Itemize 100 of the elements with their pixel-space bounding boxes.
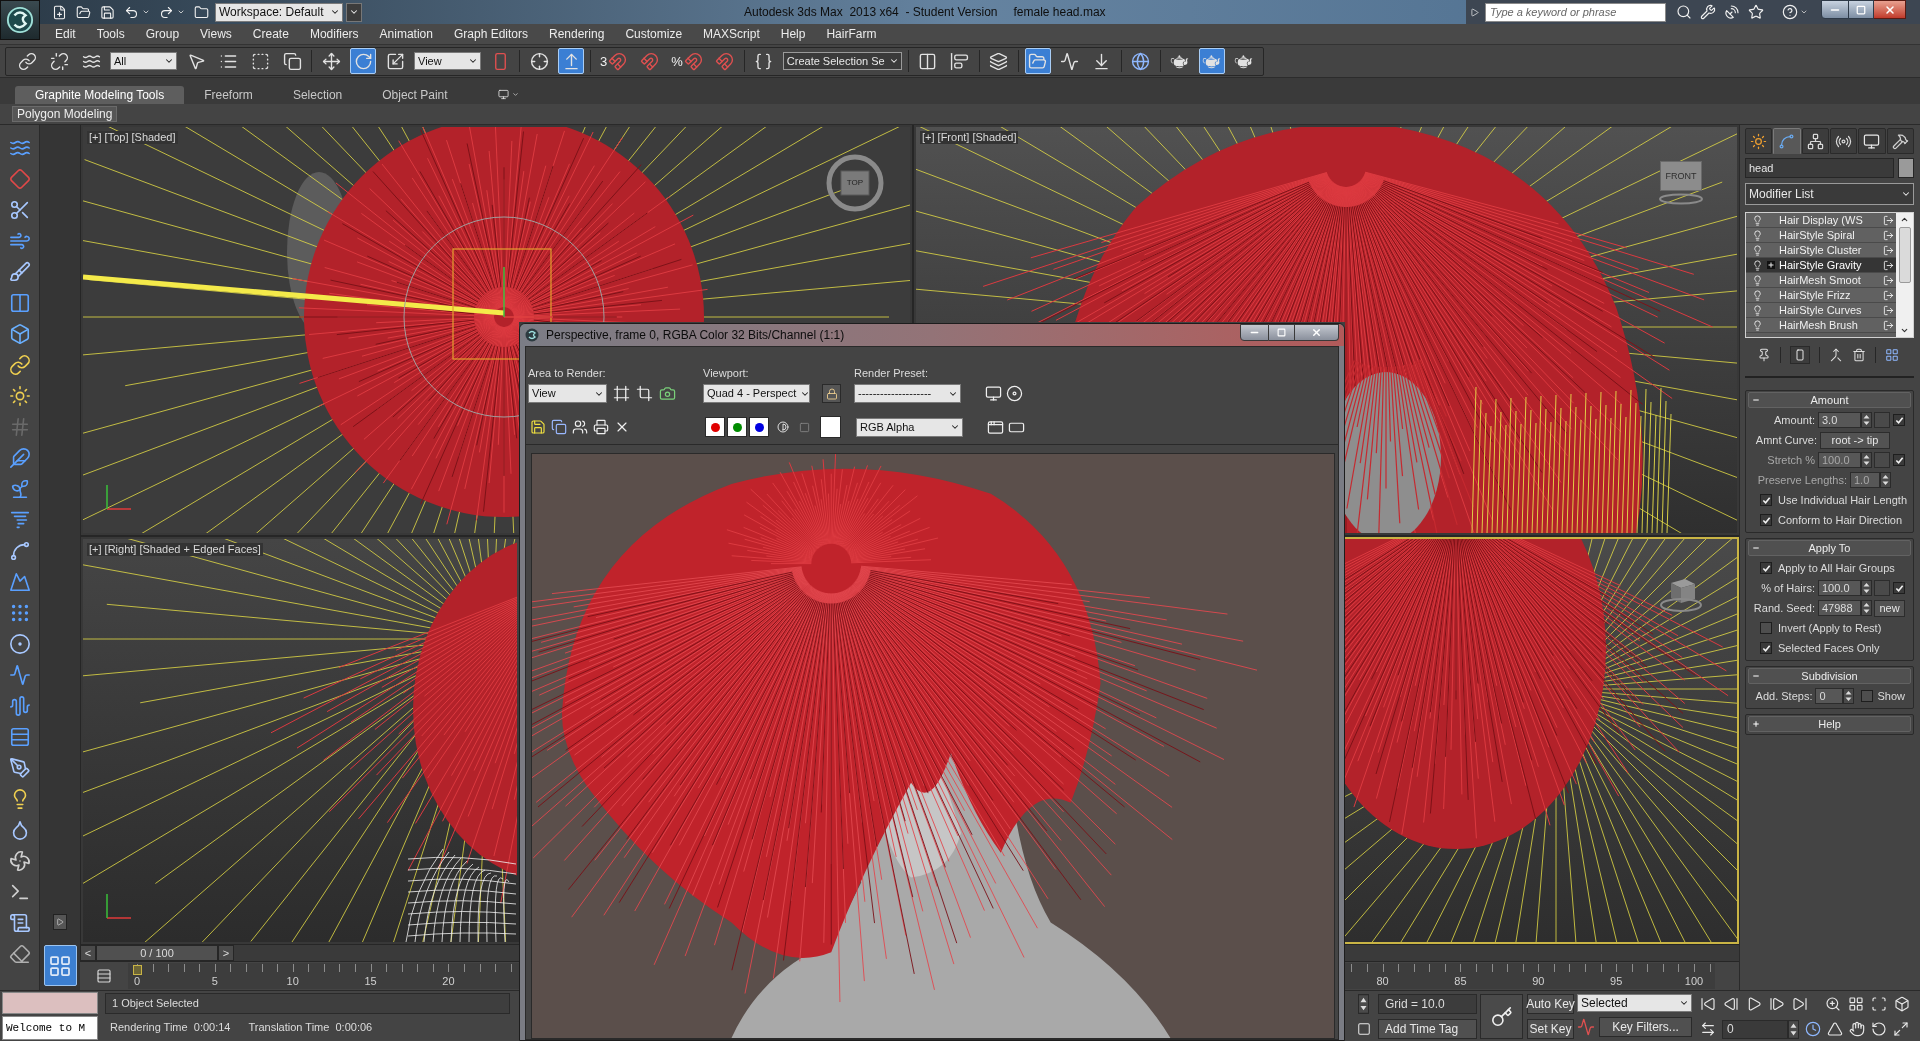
disc-icon[interactable] bbox=[1006, 385, 1023, 402]
skip-back-icon[interactable] bbox=[1700, 996, 1716, 1012]
step-back-icon[interactable] bbox=[1723, 996, 1739, 1012]
step-forward-icon[interactable] bbox=[1769, 996, 1785, 1012]
checkbox[interactable] bbox=[1760, 562, 1772, 574]
menu-item[interactable]: Group bbox=[145, 28, 180, 40]
modifier-stack-item[interactable]: Hair Display (WS bbox=[1746, 213, 1896, 228]
command-panel-tab[interactable] bbox=[1745, 128, 1773, 154]
feather-icon[interactable] bbox=[8, 447, 31, 469]
script-icon[interactable] bbox=[8, 912, 31, 934]
menu-item[interactable]: Help bbox=[780, 28, 806, 40]
color-swatch-icon[interactable] bbox=[820, 416, 841, 438]
skip-forward-icon[interactable] bbox=[1792, 996, 1808, 1012]
hand-icon[interactable] bbox=[1849, 1021, 1865, 1037]
people-icon[interactable] bbox=[572, 419, 588, 435]
menu-item[interactable]: HairFarm bbox=[826, 28, 877, 40]
channel-toggle-button[interactable] bbox=[749, 417, 769, 437]
rotate-icon[interactable] bbox=[1871, 1021, 1887, 1037]
copy-icon[interactable] bbox=[551, 419, 567, 435]
eraser-icon[interactable] bbox=[8, 943, 31, 965]
checkbox[interactable] bbox=[1893, 414, 1905, 426]
trash-icon[interactable] bbox=[1852, 348, 1866, 362]
viewport-layout-button[interactable] bbox=[43, 945, 77, 986]
menu-item[interactable]: MAXScript bbox=[703, 28, 760, 40]
pen-icon[interactable] bbox=[8, 757, 31, 779]
scissors-icon[interactable] bbox=[8, 199, 31, 221]
window-icon[interactable] bbox=[987, 418, 1004, 436]
color-swatch-icon[interactable] bbox=[1898, 158, 1914, 178]
time-slider-thumb[interactable]: 0 / 100 bbox=[96, 945, 218, 961]
search-field[interactable]: Type a keyword or phrase bbox=[1485, 2, 1666, 22]
target-icon[interactable] bbox=[8, 633, 31, 655]
checkbox[interactable] bbox=[1760, 642, 1772, 654]
next-frame-button[interactable]: > bbox=[218, 945, 234, 961]
number-field[interactable]: 0 bbox=[1815, 688, 1844, 704]
close-button[interactable] bbox=[1295, 324, 1339, 341]
up-arrow-button[interactable] bbox=[558, 48, 584, 74]
application-button[interactable] bbox=[0, 0, 40, 40]
channel-toggle-button[interactable] bbox=[727, 417, 747, 437]
scrollbar[interactable] bbox=[1896, 213, 1913, 337]
modifier-stack-item[interactable]: HairStyle Spiral bbox=[1746, 228, 1896, 243]
spinner-arrows-icon[interactable] bbox=[1880, 472, 1891, 488]
command-panel-tab[interactable] bbox=[1886, 128, 1914, 154]
object-name-field[interactable]: head bbox=[1745, 158, 1894, 178]
workspace-dropdown[interactable]: Workspace: Default bbox=[215, 2, 343, 22]
dropdown[interactable]: Create Selection Se bbox=[782, 52, 902, 70]
triangle-icon[interactable] bbox=[1827, 1021, 1843, 1037]
customize-toolbar-button[interactable] bbox=[346, 2, 362, 22]
modifier-stack-item[interactable]: HairStyle Gravity bbox=[1746, 258, 1896, 273]
modifier-stack-item[interactable]: HairMesh Brush bbox=[1746, 318, 1896, 333]
checkbox[interactable] bbox=[1760, 514, 1772, 526]
rollout-header[interactable]: Subdivision bbox=[1748, 668, 1911, 684]
maximize-icon[interactable] bbox=[1893, 1021, 1909, 1037]
camera-icon[interactable] bbox=[659, 385, 676, 402]
number-field[interactable]: 100.0 bbox=[1818, 580, 1861, 596]
half-circle-icon[interactable] bbox=[777, 421, 789, 433]
menu-item[interactable]: Modifiers bbox=[309, 28, 359, 40]
spinner-arrows-icon[interactable] bbox=[1358, 994, 1369, 1014]
viewcube-label[interactable]: TOP bbox=[846, 179, 864, 187]
grid-icon[interactable] bbox=[1848, 996, 1864, 1012]
viewport-label[interactable]: [+] [Top] [Shaded] bbox=[87, 131, 178, 144]
save-icon[interactable] bbox=[530, 419, 546, 435]
number-field[interactable]: 47988 bbox=[1818, 600, 1861, 616]
panel-toggle-button[interactable] bbox=[53, 914, 67, 930]
new-file-icon[interactable] bbox=[52, 4, 67, 20]
menu-item[interactable]: Rendering bbox=[549, 28, 605, 40]
fan-icon[interactable] bbox=[8, 850, 31, 872]
search-icon[interactable] bbox=[1676, 4, 1692, 20]
script-input-field[interactable] bbox=[2, 992, 98, 1014]
command-panel-tab[interactable] bbox=[1858, 128, 1886, 154]
menu-item[interactable]: Customize bbox=[625, 28, 683, 40]
merge-arrows-icon[interactable] bbox=[1829, 348, 1843, 362]
ribbon-tab[interactable]: Graphite Modeling Tools bbox=[15, 86, 185, 104]
new-seed-button[interactable]: new bbox=[1874, 599, 1905, 617]
rotate-button[interactable] bbox=[350, 48, 376, 74]
tornado-icon[interactable] bbox=[8, 509, 31, 531]
play-icon[interactable] bbox=[1746, 996, 1762, 1012]
menu-item[interactable]: Create bbox=[252, 28, 289, 40]
curve-button[interactable]: root -> tip bbox=[1820, 431, 1890, 449]
modifier-stack-item[interactable]: HairStyle Cluster bbox=[1746, 243, 1896, 258]
wind-icon[interactable] bbox=[8, 230, 31, 252]
left-right-arrow-icon[interactable] bbox=[1700, 1021, 1716, 1037]
modifier-list-dropdown[interactable]: Modifier List bbox=[1745, 183, 1914, 205]
modifier-stack-item[interactable]: HairStyle Frizz bbox=[1746, 288, 1896, 303]
checkbox[interactable] bbox=[1893, 582, 1905, 594]
auto-key-button[interactable]: Auto Key bbox=[1527, 994, 1574, 1014]
frame-field[interactable]: 0 bbox=[1722, 1019, 1788, 1039]
channel-toggle-button[interactable] bbox=[705, 417, 725, 437]
rollout-header[interactable]: Apply To bbox=[1748, 540, 1911, 556]
folder-icon[interactable] bbox=[194, 4, 209, 20]
ribbon-tab[interactable]: Object Paint bbox=[362, 86, 468, 104]
spinner-arrows-icon[interactable] bbox=[1861, 412, 1872, 428]
scan-icon[interactable] bbox=[1871, 996, 1887, 1012]
pulse-icon[interactable] bbox=[8, 664, 31, 686]
columns-icon[interactable] bbox=[8, 292, 31, 314]
command-panel-tab[interactable] bbox=[1830, 128, 1858, 154]
dropdown[interactable]: All bbox=[110, 52, 177, 70]
frame-marker-icon[interactable] bbox=[133, 965, 142, 975]
dropdown[interactable]: View bbox=[528, 384, 607, 403]
menu-item[interactable]: Edit bbox=[55, 28, 76, 40]
link-icon[interactable] bbox=[8, 354, 31, 376]
